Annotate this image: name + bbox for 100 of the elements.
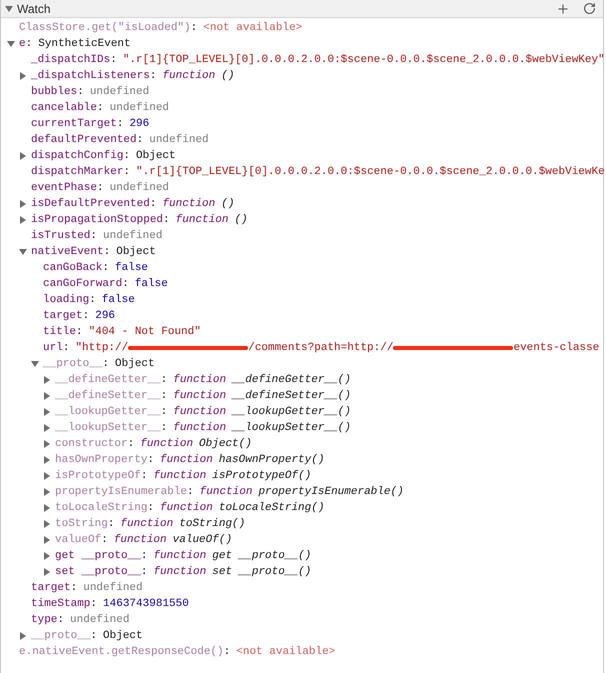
colon: :	[140, 566, 148, 578]
disclosure-triangle-icon[interactable]	[19, 216, 27, 224]
colon: :	[102, 262, 110, 274]
function-keyword: function	[176, 214, 228, 226]
property-name[interactable]: bubbles	[31, 86, 78, 98]
disclosure-triangle-icon[interactable]	[43, 392, 51, 400]
property-name[interactable]: set __proto__	[55, 566, 141, 578]
function-keyword: function	[173, 422, 226, 434]
colon: :	[90, 598, 98, 610]
property-name[interactable]: isDefaultPrevented	[31, 198, 150, 210]
function-signature: __defineSetter__()	[232, 390, 351, 402]
property-name[interactable]: currentTarget	[31, 118, 117, 130]
function-signature: propertyIsEnumerable()	[258, 486, 404, 498]
property-value: Object	[136, 150, 176, 162]
property-value: undefined	[70, 614, 130, 626]
disclosure-triangle-icon[interactable]	[43, 488, 51, 496]
property-value: "404 - Not Found"	[88, 326, 201, 338]
function-keyword: function	[162, 70, 216, 82]
colon: :	[97, 102, 104, 114]
property-name[interactable]: get __proto__	[55, 550, 141, 562]
property-name[interactable]: target	[43, 310, 83, 322]
colon: :	[140, 470, 148, 482]
colon: :	[110, 54, 117, 66]
disclosure-triangle-icon[interactable]	[43, 552, 51, 560]
property-name[interactable]: isPropagationStopped	[31, 214, 164, 226]
disclosure-triangle-icon[interactable]	[43, 424, 51, 432]
property-name[interactable]: isTrusted	[31, 230, 90, 242]
function-signature: ()	[221, 70, 234, 82]
function-signature: toString()	[179, 518, 246, 530]
property-name[interactable]: defaultPrevented	[31, 134, 137, 146]
disclosure-triangle-icon[interactable]	[43, 568, 51, 576]
colon: :	[57, 614, 64, 626]
colon: :	[147, 502, 154, 514]
property-value: undefined	[110, 102, 170, 114]
colon: :	[136, 134, 144, 146]
property-name[interactable]: nativeEvent	[31, 246, 104, 258]
property-name[interactable]: target	[31, 582, 71, 594]
disclosure-triangle-icon[interactable]	[43, 440, 51, 448]
colon: :	[62, 342, 70, 354]
property-value: false	[134, 278, 168, 290]
colon: :	[160, 374, 168, 386]
disclosure-triangle-icon[interactable]	[19, 200, 27, 208]
colon: :	[147, 454, 154, 466]
colon: :	[160, 406, 168, 418]
colon: :	[90, 630, 98, 642]
colon: :	[122, 278, 129, 290]
function-keyword: function	[120, 518, 174, 530]
disclosure-triangle-icon[interactable]	[43, 472, 51, 480]
colon: :	[90, 230, 98, 242]
disclosure-triangle-icon[interactable]	[43, 536, 51, 544]
disclosure-triangle-icon[interactable]	[43, 504, 51, 512]
panel-title: Watch	[17, 2, 52, 16]
disclosure-triangle-icon[interactable]	[43, 376, 51, 384]
property-name[interactable]: _dispatchIDs	[31, 54, 110, 66]
colon: :	[26, 38, 32, 50]
property-name[interactable]: url	[43, 342, 63, 354]
disclosure-triangle-icon[interactable]	[19, 72, 27, 80]
property-name[interactable]: loading	[43, 294, 90, 306]
colon: :	[128, 438, 134, 450]
property-name[interactable]: e	[19, 38, 26, 50]
colon: :	[150, 198, 156, 210]
property-name[interactable]: title	[43, 326, 76, 338]
property-name[interactable]: type	[31, 614, 58, 626]
function-keyword: function	[114, 534, 167, 546]
disclosure-triangle-icon[interactable]	[43, 408, 51, 416]
disclosure-triangle-icon[interactable]	[7, 40, 15, 48]
disclosure-triangle-icon[interactable]	[43, 520, 51, 528]
colon: :	[89, 294, 96, 306]
error-value: <not available>	[236, 646, 336, 658]
disclosure-triangle-icon[interactable]	[43, 456, 51, 464]
property-name[interactable]: _dispatchListeners	[31, 70, 150, 82]
property-name[interactable]: dispatchConfig	[31, 150, 124, 162]
property-name[interactable]: dispatchMarker	[31, 166, 124, 178]
function-keyword: function	[140, 438, 194, 450]
function-signature: toLocaleString()	[218, 502, 324, 514]
property-name[interactable]: canGoBack	[43, 262, 102, 274]
colon: :	[77, 86, 84, 98]
function-signature: isPrototypeOf()	[212, 470, 312, 482]
colon: :	[76, 326, 83, 338]
function-signature: __defineGetter__()	[232, 374, 351, 386]
disclosure-triangle-icon[interactable]	[19, 248, 27, 256]
function-signature: hasOwnProperty()	[218, 454, 324, 466]
colon: :	[160, 390, 168, 402]
disclosure-triangle-icon[interactable]	[19, 632, 27, 640]
colon: :	[224, 646, 230, 658]
property-name[interactable]: timeStamp	[31, 598, 90, 610]
refresh-icon[interactable]	[581, 0, 597, 16]
disclosure-triangle-icon[interactable]	[19, 152, 27, 160]
disclosure-triangle-icon[interactable]	[31, 360, 39, 368]
colon: :	[123, 150, 130, 162]
property-value: SyntheticEvent	[38, 38, 131, 50]
watch-header[interactable]: Watch	[1, 0, 603, 18]
property-value: /comments?path=http://	[248, 342, 394, 354]
colon: :	[187, 486, 194, 498]
property-name[interactable]: cancelable	[31, 102, 98, 114]
disclosure-triangle-icon[interactable]	[5, 4, 13, 12]
colon: :	[101, 534, 108, 546]
property-name[interactable]: canGoForward	[43, 278, 122, 290]
colon: :	[160, 422, 168, 434]
property-name[interactable]: eventPhase	[31, 182, 98, 194]
